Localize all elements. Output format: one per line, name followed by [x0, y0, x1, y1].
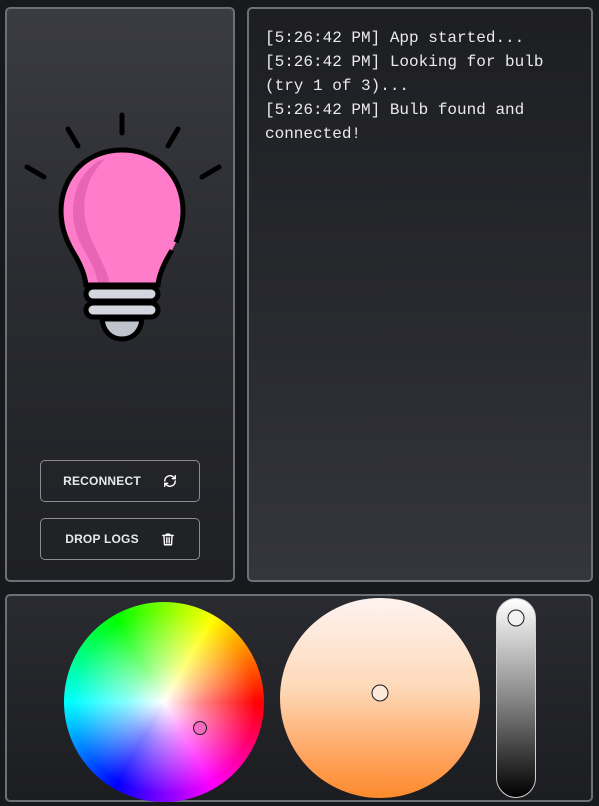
color-wheel[interactable] [64, 602, 264, 802]
brightness-handle[interactable] [507, 609, 525, 627]
trash-icon [161, 532, 175, 547]
temperature-handle[interactable] [371, 684, 389, 702]
drop-logs-button[interactable]: DROP LOGS [40, 518, 200, 560]
reconnect-button[interactable]: RECONNECT [40, 460, 200, 502]
log-panel: [5:26:42 PM] App started... [5:26:42 PM]… [247, 7, 593, 582]
color-controls-panel [5, 594, 593, 802]
log-entry: [5:26:42 PM] App started... [265, 29, 525, 47]
lightbulb-icon [24, 112, 222, 342]
bulb-base [83, 284, 161, 342]
log-entry: [5:26:42 PM] Bulb found and connected! [265, 101, 534, 143]
bulb-panel: RECONNECT DROP LOGS [5, 7, 235, 582]
temperature-wheel[interactable] [280, 598, 480, 798]
color-wheel-handle[interactable] [193, 721, 207, 735]
refresh-icon [163, 474, 177, 488]
drop-logs-label: DROP LOGS [65, 532, 139, 546]
log-entry: [5:26:42 PM] Looking for bulb (try 1 of … [265, 53, 554, 95]
log-list: [5:26:42 PM] App started... [5:26:42 PM]… [265, 26, 579, 146]
reconnect-label: RECONNECT [63, 474, 141, 488]
brightness-slider[interactable] [496, 598, 536, 798]
